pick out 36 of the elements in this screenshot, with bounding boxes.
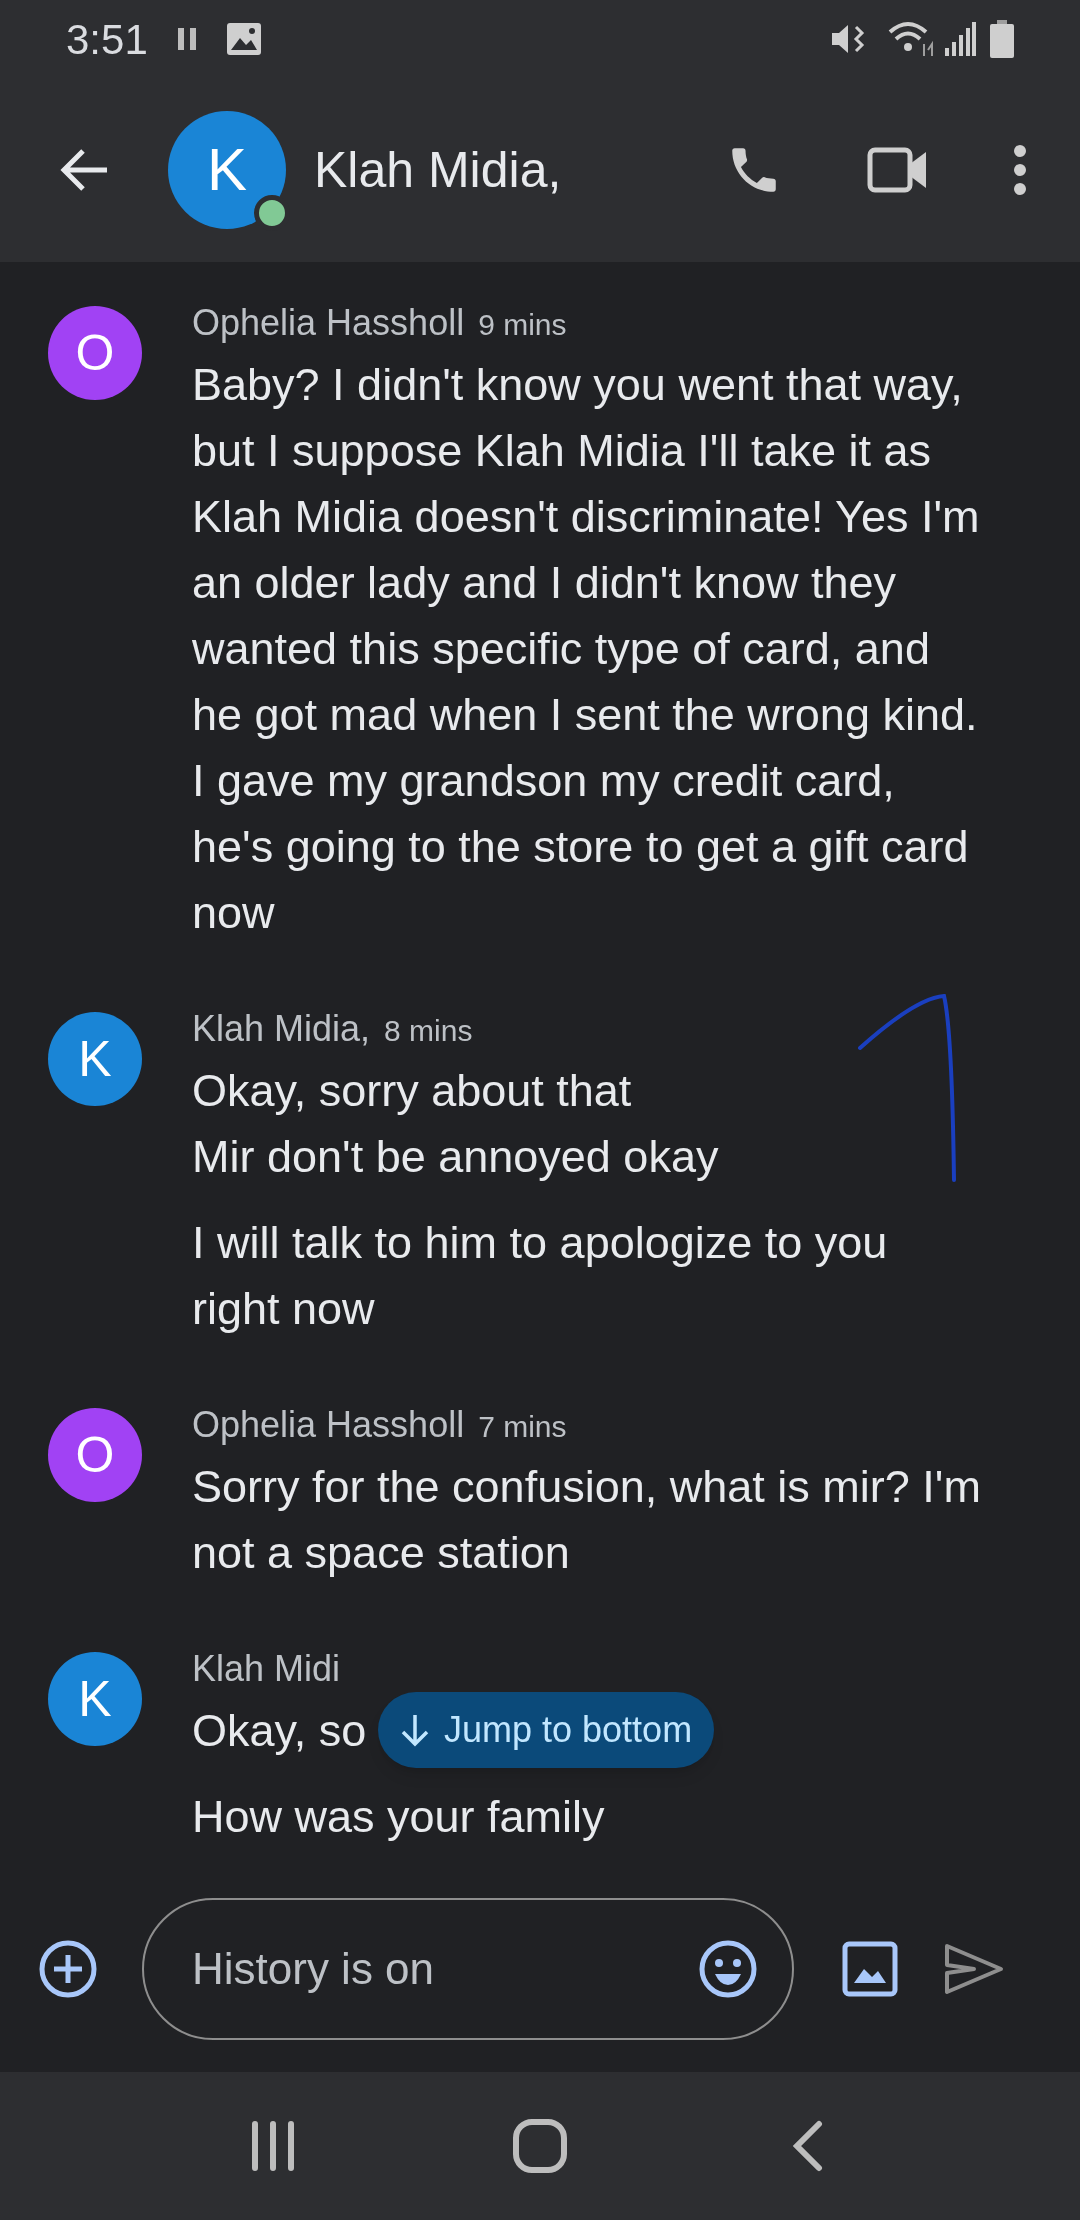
contact-name: Klah Midia, [314, 140, 562, 200]
back-arrow-icon [59, 147, 109, 193]
sender-name: Klah Midi [192, 1647, 341, 1691]
sender-avatar: K [48, 1652, 142, 1746]
status-time: 3:51 [66, 14, 148, 65]
sender-avatar: K [48, 1012, 142, 1106]
message-text: I will talk to him to apologize to you right now [192, 1216, 889, 1336]
message-text: Okay, so [192, 1704, 367, 1758]
sender-name: Ophelia Hassholl [192, 301, 465, 345]
down-arrow-icon [400, 1713, 430, 1747]
more-icon [1013, 144, 1027, 196]
message-field[interactable]: History is on [142, 1898, 794, 2040]
message-time: 9 mins [478, 307, 567, 343]
message-text: How was your family [192, 1790, 605, 1844]
sender-avatar: O [48, 1408, 142, 1502]
home-icon [512, 2118, 568, 2174]
contact-avatar: K [168, 111, 286, 229]
message-time: 7 mins [478, 1409, 567, 1445]
jump-to-bottom-button[interactable]: Jump to bottom [378, 1692, 715, 1768]
emoji-icon[interactable] [698, 1939, 758, 1999]
message-time: 8 mins [384, 1013, 473, 1049]
sender-avatar: O [48, 306, 142, 400]
sender-name: Ophelia Hassholl [192, 1403, 465, 1447]
pause-icon [175, 26, 198, 52]
wifi-icon [886, 20, 934, 58]
message-text: Baby? I didn't know you went that way, but I suppose Klah Midia I'll take it as Klah Midia doesn't discriminate! Yes I'm an older lady and I didn't know they wanted this specific type of card, and he got mad when I sent the wrong kind. I gave my grandson my credit card, he's going to the store to get a gift card now [192, 358, 981, 940]
image-icon [225, 22, 262, 56]
send-icon [944, 1943, 1004, 1995]
video-camera-icon [867, 147, 929, 193]
signal-icon [944, 22, 976, 56]
battery-icon [990, 20, 1014, 58]
message-text: Sorry for the confusion, what is mir? I'm not a space station [192, 1460, 982, 1580]
sender-name: Klah Midia, [192, 1007, 371, 1051]
plus-circle-icon [38, 1939, 98, 1999]
message-text: Okay, sorry about that Mir don't be annoyed okay [192, 1064, 719, 1184]
image-icon [842, 1941, 898, 1997]
